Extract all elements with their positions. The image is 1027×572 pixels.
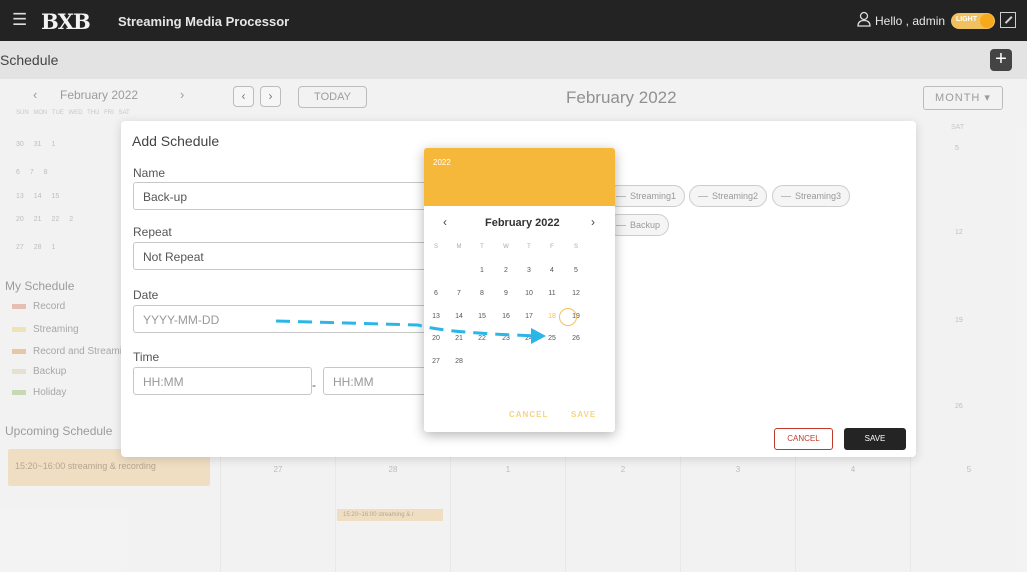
picker-day[interactable]: 17 xyxy=(520,313,538,320)
date-picker-header: 2022 xyxy=(424,148,615,206)
picker-day[interactable]: 24 xyxy=(520,335,538,342)
logo: BXB xyxy=(41,9,91,34)
picker-day[interactable]: 3 xyxy=(520,267,538,274)
picker-day[interactable]: 16 xyxy=(497,313,515,320)
user-icon xyxy=(857,11,871,27)
picker-prev-icon[interactable]: ‹ xyxy=(443,215,447,229)
picker-month: February 2022 xyxy=(485,217,560,229)
top-bar: ☰ BXB Streaming Media Processor Hello , … xyxy=(0,0,1027,41)
name-field[interactable]: Back-up xyxy=(133,182,433,210)
schedule-bar: Schedule + xyxy=(0,41,1027,79)
repeat-label: Repeat xyxy=(133,225,172,239)
repeat-select[interactable]: Not Repeat xyxy=(133,242,433,270)
picker-day[interactable]: 1 xyxy=(473,267,491,274)
picker-day[interactable]: 11 xyxy=(543,290,561,297)
picker-day[interactable]: 23 xyxy=(497,335,515,342)
app-window: ☰ BXB Streaming Media Processor Hello , … xyxy=(0,0,1027,572)
menu-icon[interactable]: ☰ xyxy=(12,10,27,30)
picker-save-button[interactable]: SAVE xyxy=(571,410,596,419)
theme-toggle[interactable]: LIGHT xyxy=(951,13,995,29)
time-label: Time xyxy=(133,350,160,364)
time-separator: - xyxy=(312,378,316,392)
app-name: Streaming Media Processor xyxy=(118,14,290,29)
dialog-title: Add Schedule xyxy=(132,133,220,149)
picker-weekday: W xyxy=(503,244,509,250)
picker-day[interactable]: 22 xyxy=(473,335,491,342)
channel-chip[interactable]: Backup xyxy=(607,214,670,236)
picker-next-icon[interactable]: › xyxy=(591,215,595,229)
picker-day[interactable]: 13 xyxy=(427,313,445,320)
picker-weekday: S xyxy=(573,244,578,250)
date-field[interactable]: YYYY-MM-DD xyxy=(133,305,433,333)
add-schedule-button[interactable]: + xyxy=(990,49,1012,71)
start-time-field[interactable]: HH:MM xyxy=(133,367,312,395)
picker-year[interactable]: 2022 xyxy=(433,158,451,167)
picker-day[interactable]: 25 xyxy=(543,335,561,342)
picker-day[interactable]: 12 xyxy=(567,290,585,297)
picker-day[interactable]: 5 xyxy=(567,267,585,274)
picker-day[interactable]: 8 xyxy=(473,290,491,297)
toggle-knob xyxy=(980,14,994,28)
picker-day[interactable]: 9 xyxy=(497,290,515,297)
picker-weekday: T xyxy=(480,244,484,250)
cancel-button[interactable]: CANCEL xyxy=(774,428,833,450)
picker-day[interactable]: 26 xyxy=(567,335,585,342)
picker-cancel-button[interactable]: CANCEL xyxy=(509,410,548,419)
fullscreen-icon[interactable] xyxy=(1000,12,1016,28)
date-label: Date xyxy=(133,288,159,302)
theme-label: LIGHT xyxy=(956,16,977,23)
end-time-field[interactable]: HH:MM xyxy=(323,367,433,395)
picker-day[interactable]: 4 xyxy=(543,267,561,274)
date-picker: 2022 ‹ February 2022 › SMTWTFS1234567891… xyxy=(424,148,615,432)
channel-chip[interactable]: Streaming1 xyxy=(607,185,686,207)
picker-weekday: T xyxy=(527,244,531,250)
picker-weekday: S xyxy=(433,244,438,250)
selected-day-ring xyxy=(559,308,577,326)
name-label: Name xyxy=(133,166,166,180)
picker-day[interactable]: 15 xyxy=(473,313,491,320)
channel-chip[interactable]: Streaming2 xyxy=(689,185,768,207)
picker-day[interactable]: 20 xyxy=(427,335,445,342)
picker-day[interactable]: 28 xyxy=(450,358,468,365)
picker-day[interactable]: 7 xyxy=(450,290,468,297)
picker-day[interactable]: 21 xyxy=(450,335,468,342)
picker-day[interactable]: 2 xyxy=(497,267,515,274)
picker-day[interactable]: 14 xyxy=(450,313,468,320)
picker-day[interactable]: 27 xyxy=(427,358,445,365)
picker-day[interactable]: 6 xyxy=(427,290,445,297)
greeting: Hello , admin xyxy=(875,14,946,28)
picker-day[interactable]: 10 xyxy=(520,290,538,297)
save-button[interactable]: SAVE xyxy=(844,428,906,450)
channel-chip[interactable]: Streaming3 xyxy=(772,185,851,207)
page-title: Schedule xyxy=(0,52,59,68)
picker-weekday: M xyxy=(456,244,462,250)
picker-weekday: F xyxy=(550,244,554,250)
